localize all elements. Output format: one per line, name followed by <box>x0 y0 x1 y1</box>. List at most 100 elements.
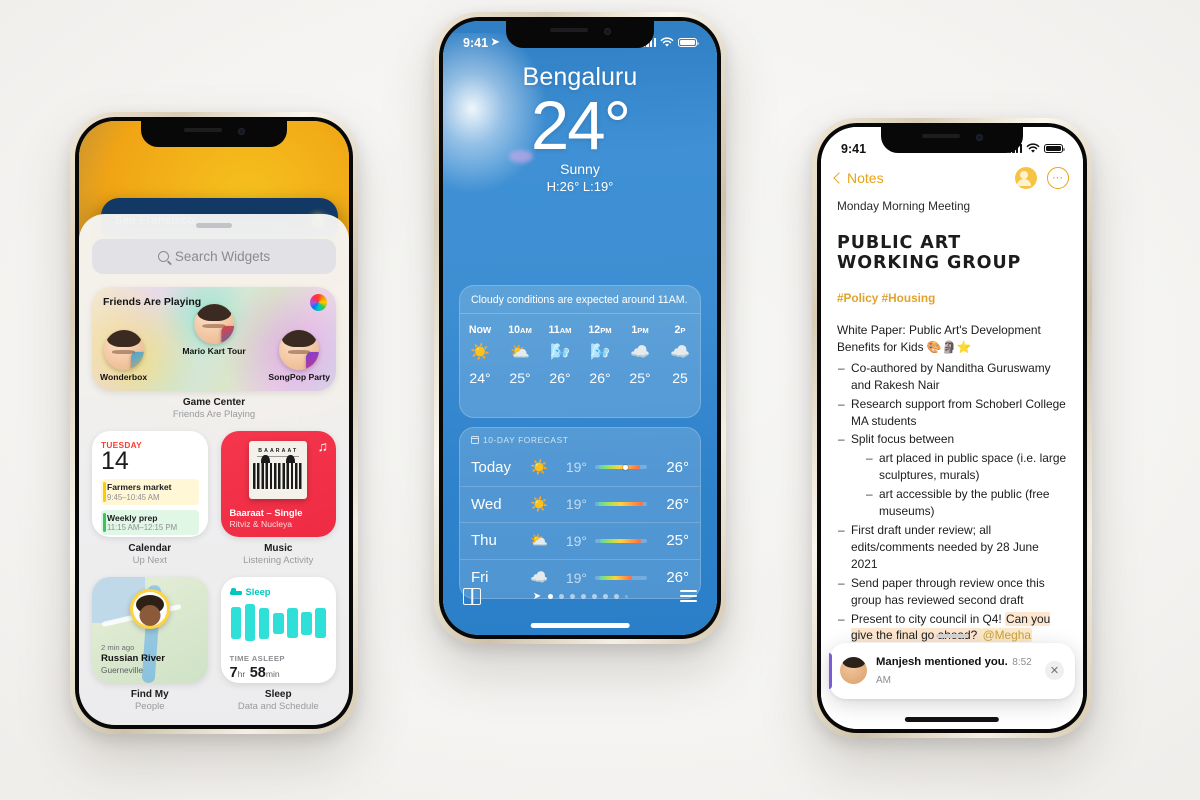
page-dot[interactable] <box>570 593 576 599</box>
widget-name: Game Center <box>182 396 246 408</box>
cloud-icon: ☁️ <box>670 344 690 361</box>
hourly-column[interactable]: 10AM ⛅ 25° <box>500 324 540 386</box>
notch <box>881 127 1023 153</box>
center-phone-screen: 9:41 ➤ Bengaluru 24° Sunny H:26° L:19° C… <box>443 21 717 635</box>
note-bullet: First draft under review; all edits/comm… <box>837 522 1067 573</box>
hourly-column[interactable]: 2P ☁️ 25 <box>660 324 700 386</box>
findmy-tile[interactable]: 2 min ago Russian River Guerneville <box>92 576 208 683</box>
music-tile[interactable]: ♫ BAARAAT Baaraat – Single Ritviz & Nucl <box>220 430 336 537</box>
hourly-meridiem: P <box>680 326 686 335</box>
hourly-meridiem: AM <box>559 326 572 335</box>
daily-forecast-card[interactable]: 10-DAY FORECAST Today ☀️ 19° 26° Wed ☀️ 19° 26°… <box>459 427 701 599</box>
hourly-hour: Now <box>468 324 492 336</box>
left-phone-widget-gallery: San Francisco Search Widgets Friends Are… <box>70 112 358 734</box>
daily-day: Today <box>471 458 512 476</box>
bullet-text: art placed in public space (i.e. large s… <box>879 451 1067 483</box>
hourly-meridiem: PM <box>637 326 649 335</box>
home-indicator[interactable] <box>904 717 1000 722</box>
map-icon[interactable] <box>463 587 481 605</box>
note-tags[interactable]: #Policy #Housing <box>837 291 1067 305</box>
calendar-widget[interactable]: TUESDAY 14 Farmers market 9:45–10:45 AM … <box>92 430 208 566</box>
widget-subtitle: Friends Are Playing <box>172 408 256 420</box>
game-center-widget[interactable]: Friends Are Playing Wonderbox Mario Kart… <box>92 286 336 420</box>
hourly-meridiem: AM <box>519 326 532 335</box>
notification-banner[interactable]: Manjesh mentioned you. 8:52 AM ✕ <box>829 634 1075 699</box>
friend-mario-kart[interactable]: Mario Kart Tour <box>182 303 246 356</box>
sleep-bar <box>244 604 256 642</box>
front-camera <box>603 28 611 35</box>
earpiece-speaker <box>549 28 588 32</box>
daily-high: 26° <box>666 458 689 476</box>
earpiece-speaker <box>921 134 960 138</box>
bullet-text: Split focus between <box>851 432 955 447</box>
daily-row[interactable]: Wed ☀️ 19° 26° <box>460 485 700 523</box>
sleep-tile[interactable]: Sleep TIME ASLEEP 7hr 58min <box>220 576 336 683</box>
page-dot[interactable] <box>559 593 565 599</box>
friend-wonderbox[interactable]: Wonderbox <box>100 329 147 382</box>
friend-name: Mario Kart Tour <box>182 345 246 356</box>
event-title: Weekly prep <box>107 512 158 523</box>
findmy-widget[interactable]: 2 min ago Russian River Guerneville Find… <box>92 576 208 712</box>
banner-grabber[interactable] <box>936 634 968 638</box>
right-phone-bezel: 9:41 Notes ⋯ Monday Morning Meeting PUBL… <box>817 123 1087 733</box>
current-temp-dot <box>622 464 628 470</box>
widget-name: Sleep <box>264 688 292 700</box>
page-dot[interactable] <box>581 593 587 599</box>
bullet-text: Research support from Schoberl College M… <box>851 396 1066 428</box>
sleep-label: Sleep <box>245 585 271 597</box>
list-icon[interactable] <box>679 590 697 602</box>
game-center-tile[interactable]: Friends Are Playing Wonderbox Mario Kart… <box>92 286 336 391</box>
page-dot[interactable] <box>603 593 609 599</box>
daily-row[interactable]: Today ☀️ 19° 26° <box>460 449 700 486</box>
battery-icon <box>678 37 699 48</box>
calendar-event[interactable]: Weekly prep 11:15 AM–12:15 PM <box>101 509 199 536</box>
page-dots[interactable]: ➤ <box>533 591 629 602</box>
daily-row[interactable]: Thu ⛅ 19° 25° <box>460 522 700 559</box>
note-subtitle: Monday Morning Meeting <box>837 199 971 213</box>
hourly-column[interactable]: 1PM ☁️ 25° <box>620 324 660 386</box>
more-ellipsis-icon[interactable]: ⋯ <box>1047 167 1069 189</box>
mention-tag[interactable]: @Megha <box>981 628 1033 643</box>
daily-temp-range-bar <box>595 464 647 470</box>
close-icon[interactable]: ✕ <box>1045 660 1064 680</box>
sheet-grabber[interactable] <box>196 223 232 228</box>
daily-low: 19° <box>565 532 587 549</box>
hourly-hour: 1PM <box>631 324 649 336</box>
wifi-icon <box>660 37 674 47</box>
page-dot[interactable] <box>548 593 554 599</box>
back-to-notes-button[interactable]: Notes <box>833 170 884 186</box>
sleep-minutes-unit: min <box>265 668 280 679</box>
memoji-avatar <box>103 329 144 370</box>
calendar-tile[interactable]: TUESDAY 14 Farmers market 9:45–10:45 AM … <box>92 430 208 537</box>
widget-name: Calendar <box>128 542 172 554</box>
hourly-hour: 12PM <box>588 324 612 336</box>
sleep-bar <box>315 608 326 639</box>
hourly-column[interactable]: Now ☀️ 24° <box>460 324 500 386</box>
search-input[interactable]: Search Widgets <box>92 238 336 274</box>
calendar-event[interactable]: Farmers market 9:45–10:45 AM <box>101 479 199 505</box>
hourly-column[interactable]: 12PM 🌬️ 26° <box>580 324 620 386</box>
memoji-avatar <box>194 303 234 344</box>
collaborators-icon[interactable] <box>1015 167 1037 189</box>
chevron-left-icon <box>833 172 845 184</box>
time-asleep-value: 7hr 58min <box>230 664 328 682</box>
music-widget[interactable]: ♫ BAARAAT Baaraat – Single Ritviz & Nucl <box>220 430 336 566</box>
hourly-forecast-row[interactable]: Now ☀️ 24° 10AM ⛅ 25° 11AM 🌬️ 26° 12PM 🌬️ 26° 1PM ☁️ 2… <box>460 314 700 397</box>
note-paragraph: White Paper: Public Art's Development Be… <box>837 323 1041 354</box>
back-label: Notes <box>847 170 884 186</box>
page-dot[interactable] <box>592 593 598 599</box>
home-indicator[interactable] <box>530 623 630 628</box>
hourly-forecast-card[interactable]: Cloudy conditions are expected around 11… <box>459 285 701 418</box>
notch <box>506 21 654 48</box>
track-artist: Ritviz & Nucleya <box>229 518 293 529</box>
friend-songpop[interactable]: SongPop Party <box>268 329 330 382</box>
hourly-column[interactable]: 11AM 🌬️ 26° <box>540 324 580 386</box>
sleep-caption: Sleep Data and Schedule <box>221 689 337 712</box>
sleep-widget[interactable]: Sleep TIME ASLEEP 7hr 58min Sleep Data a… <box>220 576 337 712</box>
page-dot[interactable] <box>625 594 629 598</box>
daily-day: Thu <box>471 532 497 550</box>
sleep-hours-unit: hr <box>237 668 246 679</box>
battery-icon <box>1044 143 1065 154</box>
sleep-minutes: 58 <box>249 664 266 681</box>
page-dot[interactable] <box>614 593 620 599</box>
